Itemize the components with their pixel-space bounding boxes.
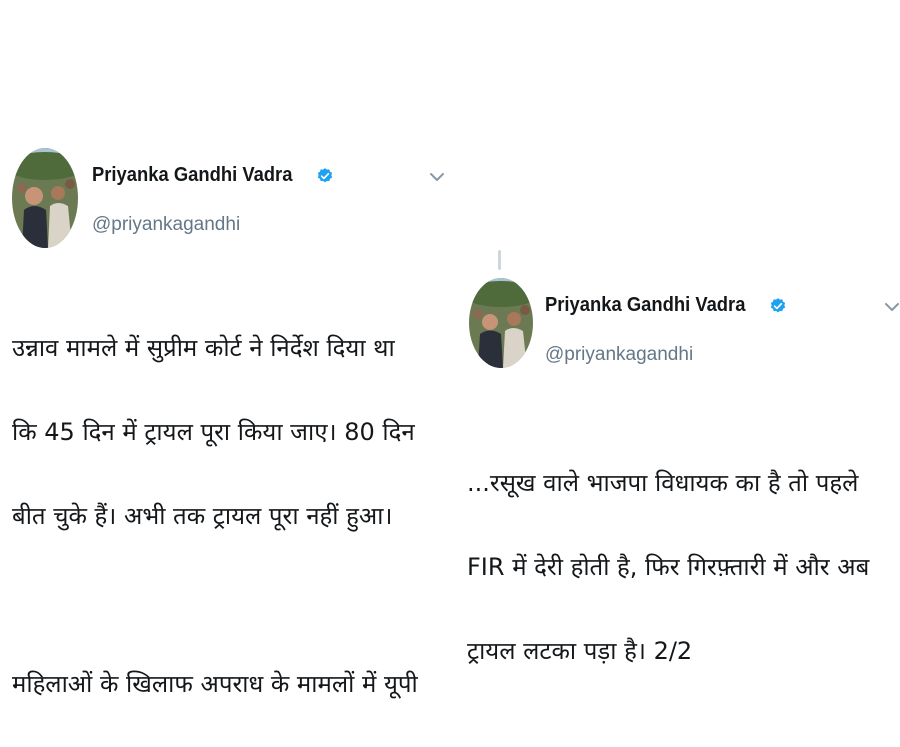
profile-photo-icon (12, 148, 78, 248)
chevron-down-icon[interactable] (883, 300, 900, 314)
tweet-card-1: Priyanka Gandhi Vadra @priyankagandhi उन… (0, 140, 450, 698)
chevron-down-icon[interactable] (428, 170, 446, 184)
avatar[interactable] (12, 148, 78, 248)
tweet-text-line: बीत चुके हैं। अभी तक ट्रायल पूरा नहीं हु… (12, 502, 393, 530)
author-handle[interactable]: @priyankagandhi (545, 344, 693, 366)
tweet-text: उन्नाव मामले में सुप्रीम कोर्ट ने निर्दे… (12, 285, 442, 747)
tweet-text-line: FIR में देरी होती है, फिर गिरफ़्तारी में… (467, 553, 870, 581)
author-name-row: Priyanka Gandhi Vadra (545, 294, 787, 317)
tweet-text-line: उन्नाव मामले में सुप्रीम कोर्ट ने निर्दे… (12, 334, 395, 362)
thread-connector-line (498, 250, 501, 270)
display-name[interactable]: Priyanka Gandhi Vadra (545, 294, 745, 317)
tweet-text-line: महिलाओं के खिलाफ अपराध के मामलों में यूप… (12, 670, 418, 698)
tweet-card-2: Priyanka Gandhi Vadra @priyankagandhi ..… (455, 270, 900, 665)
tweet-text-line: कि 45 दिन में ट्रायल पूरा किया जाए। 80 द… (12, 418, 415, 446)
tweet-text-line: ट्रायल लटका पड़ा है। 2/2 (467, 637, 693, 665)
author-handle[interactable]: @priyankagandhi (92, 214, 240, 236)
tweet-text-line (12, 579, 442, 621)
verified-badge-icon (317, 167, 332, 182)
profile-photo-icon (469, 278, 533, 368)
tweet-text: ...रसूख वाले भाजपा विधायक का है तो पहले … (467, 420, 897, 714)
author-name-row: Priyanka Gandhi Vadra (92, 164, 334, 187)
display-name[interactable]: Priyanka Gandhi Vadra (92, 164, 292, 187)
tweet-text-line: ...रसूख वाले भाजपा विधायक का है तो पहले (467, 469, 859, 497)
avatar[interactable] (469, 278, 533, 368)
verified-badge-icon (770, 297, 785, 312)
